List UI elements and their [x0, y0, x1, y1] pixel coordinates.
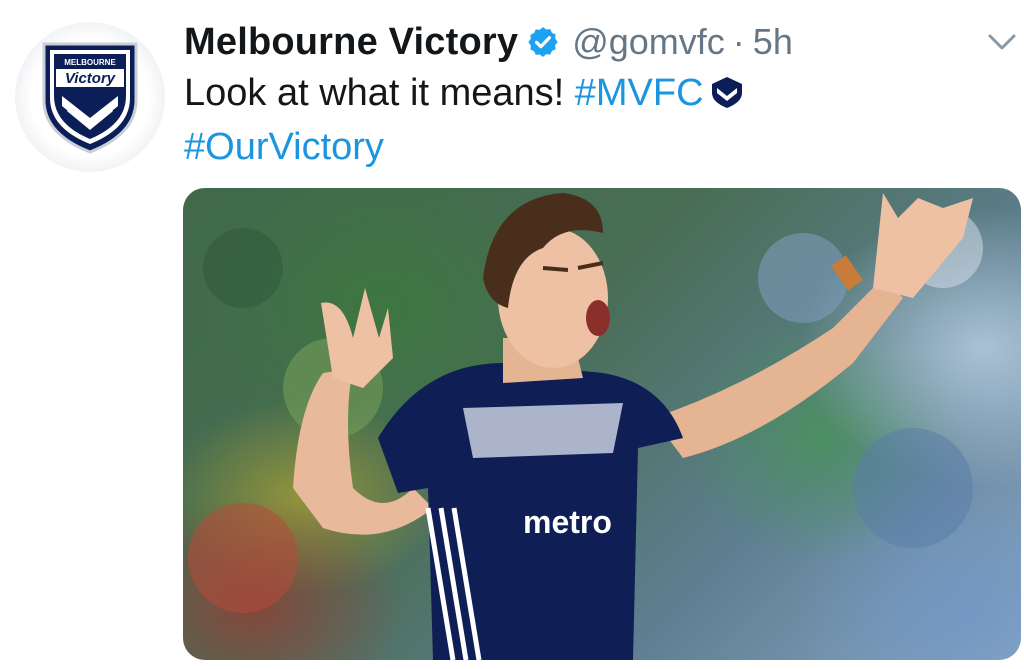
crest-main-text: Victory [65, 70, 116, 87]
author-name[interactable]: Melbourne Victory [184, 21, 518, 64]
tweet[interactable]: MELBOURNE Victory Melbourne Victory @gom… [0, 0, 1024, 669]
chevron-down-icon[interactable] [984, 28, 1020, 56]
victory-crest-emoji-icon [710, 70, 744, 108]
hashtag-link-mvfc[interactable]: #MVFC [575, 72, 704, 114]
jersey-sponsor-text: metro [523, 504, 612, 540]
tweet-timestamp[interactable]: 5h [753, 21, 793, 63]
player-celebration-image: metro [188, 193, 983, 660]
hashtag-link-ourvictory[interactable]: #OurVictory [184, 126, 384, 168]
crest-top-text: MELBOURNE [64, 58, 116, 67]
author-avatar[interactable]: MELBOURNE Victory [15, 22, 165, 172]
club-crest-logo: MELBOURNE Victory [42, 42, 138, 154]
tweet-header: Melbourne Victory @gomvfc · 5h [184, 14, 793, 70]
author-handle[interactable]: @gomvfc [572, 21, 725, 63]
tweet-text-plain: Look at what it means! [184, 72, 575, 114]
tweet-media-photo[interactable]: metro [183, 188, 1021, 660]
tweet-text: Look at what it means! #MVFC #OurVictory [184, 66, 1004, 174]
verified-badge-icon [526, 25, 560, 59]
separator-dot: · [732, 21, 745, 62]
